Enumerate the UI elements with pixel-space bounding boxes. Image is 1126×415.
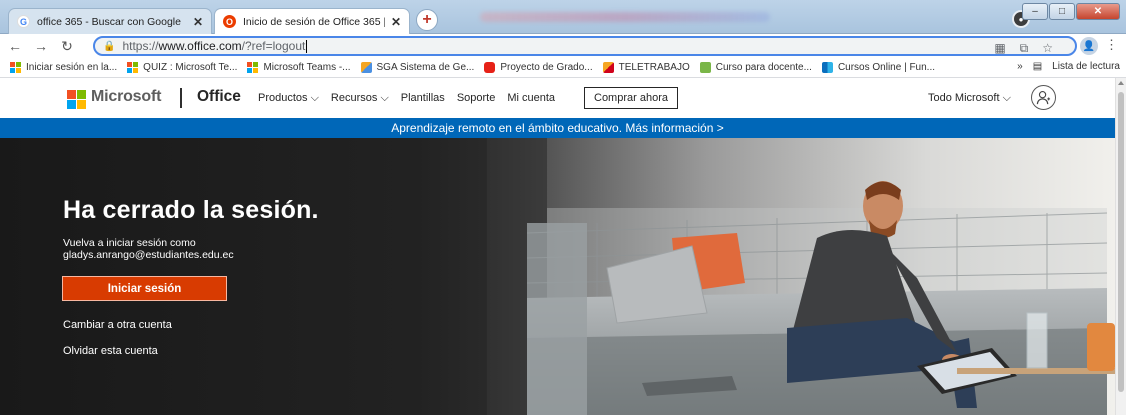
nav-productos[interactable]: Productos ⌵ [258, 92, 319, 105]
youtube-icon [484, 62, 496, 73]
scroll-thumb[interactable] [1118, 92, 1124, 392]
browser-toolbar: ← → ↻ 🔒 https://www.office.com/?ref=logo… [0, 34, 1126, 58]
nav-plantillas[interactable]: Plantillas [401, 92, 445, 105]
bookmark-label: Microsoft Teams -... [263, 62, 351, 73]
product-name[interactable]: Office [197, 88, 241, 106]
tab-office-login[interactable]: O Inicio de sesión de Office 365 | M ✕ [214, 8, 410, 34]
tab-label: Inicio de sesión de Office 365 | M [243, 15, 385, 28]
signin-prompt-line: Vuelva a iniciar sesión como [63, 237, 196, 249]
reload-icon[interactable]: ↻ [56, 38, 78, 55]
sga-icon [360, 62, 372, 73]
nav-mi-cuenta[interactable]: Mi cuenta [507, 92, 555, 105]
site-header: Microsoft Office Productos ⌵ Recursos ⌵ … [0, 78, 1115, 118]
bookmark-item[interactable]: TELETRABAJO [602, 62, 690, 73]
hero-photo [487, 138, 1115, 415]
hero-section: Ha cerrado la sesión. Vuelva a iniciar s… [0, 138, 1115, 415]
bookmark-item[interactable]: SGA Sistema de Ge... [360, 62, 475, 73]
bookmark-item[interactable]: Cursos Online | Fun... [821, 62, 936, 73]
close-icon[interactable]: ✕ [391, 15, 401, 29]
bookmark-item[interactable]: Iniciar sesión en la... [10, 62, 117, 73]
qr-code-icon[interactable]: ▦ [994, 41, 1005, 56]
brand-name[interactable]: Microsoft [91, 88, 161, 106]
bookmark-label: SGA Sistema de Ge... [376, 62, 475, 73]
scroll-up-icon[interactable] [1118, 81, 1124, 85]
nav-recursos[interactable]: Recursos ⌵ [331, 92, 389, 105]
bookmark-item[interactable]: Curso para docente... [699, 62, 812, 73]
signed-out-title: Ha cerrado la sesión. [63, 196, 319, 224]
url-host: www.office.com [158, 39, 242, 53]
office-icon: O [223, 15, 236, 28]
address-bar[interactable]: 🔒 https://www.office.com/?ref=logout ▦ ⧉… [93, 36, 1077, 56]
bookmarks-bar: Iniciar sesión en la... QUIZ : Microsoft… [0, 58, 1126, 78]
forward-arrow-icon[interactable]: → [30, 38, 52, 54]
all-microsoft-menu[interactable]: Todo Microsoft ⌵ [928, 92, 1011, 105]
window-controls: – □ ✕ [1022, 3, 1120, 20]
info-banner[interactable]: Aprendizaje remoto en el ámbito educativ… [0, 118, 1115, 138]
page-scrollbar[interactable] [1115, 78, 1126, 415]
user-email: gladys.anrango@estudiantes.edu.ec [63, 249, 234, 261]
bookmarks-right: » ▤ Lista de lectura [1017, 61, 1120, 72]
user-account-icon[interactable] [1031, 85, 1056, 110]
buy-now-button[interactable]: Comprar ahora [584, 87, 678, 109]
signin-prompt: Vuelva a iniciar sesión como gladys.anra… [63, 237, 234, 261]
header-divider [180, 88, 182, 108]
microsoft-icon [127, 62, 139, 73]
back-arrow-icon[interactable]: ← [4, 38, 26, 54]
curso-icon [699, 62, 711, 73]
fundacion-icon [821, 62, 833, 73]
google-icon: G [17, 15, 30, 28]
blurred-region [480, 12, 770, 22]
tab-label: office 365 - Buscar con Google [37, 15, 181, 28]
more-bookmarks-icon[interactable]: » [1017, 61, 1023, 72]
bookmark-label: QUIZ : Microsoft Te... [143, 62, 238, 73]
bookmark-item[interactable]: QUIZ : Microsoft Te... [127, 62, 237, 73]
reading-list-label[interactable]: Lista de lectura [1052, 61, 1120, 72]
url-scheme: https:// [122, 39, 159, 53]
bookmark-label: TELETRABAJO [618, 62, 690, 73]
bookmark-label: Iniciar sesión en la... [26, 62, 118, 73]
url-path: /?ref=logout [241, 39, 306, 53]
share-icon[interactable]: ⧉ [1020, 41, 1029, 56]
banner-text[interactable]: Aprendizaje remoto en el ámbito educativ… [391, 121, 724, 135]
new-tab-button[interactable]: + [416, 9, 438, 31]
more-menu-icon[interactable]: ⋮ [1105, 37, 1118, 53]
star-icon[interactable]: ☆ [1042, 41, 1053, 56]
text-caret [306, 39, 308, 53]
teletrabajo-icon [602, 62, 614, 73]
maximize-button[interactable]: □ [1049, 3, 1075, 20]
sign-in-button[interactable]: Iniciar sesión [62, 276, 227, 301]
profile-avatar-icon[interactable]: 👤 [1080, 37, 1098, 55]
tab-google-search[interactable]: G office 365 - Buscar con Google ✕ [8, 8, 212, 34]
switch-account-link[interactable]: Cambiar a otra cuenta [63, 319, 172, 331]
bookmark-label: Cursos Online | Fun... [837, 62, 936, 73]
microsoft-icon [10, 62, 21, 73]
close-icon[interactable]: ✕ [193, 15, 203, 29]
minimize-button[interactable]: – [1022, 3, 1048, 20]
main-nav: Productos ⌵ Recursos ⌵ Plantillas Soport… [258, 92, 555, 105]
reading-list-icon[interactable]: ▤ [1033, 61, 1042, 72]
nav-soporte[interactable]: Soporte [457, 92, 496, 105]
browser-title-bar: G office 365 - Buscar con Google ✕ O Ini… [0, 0, 1126, 34]
microsoft-logo-icon[interactable] [67, 90, 86, 109]
forget-account-link[interactable]: Olvidar esta cuenta [63, 345, 158, 357]
bookmark-label: Proyecto de Grado... [500, 62, 593, 73]
close-window-button[interactable]: ✕ [1076, 3, 1120, 20]
bookmark-item[interactable]: Microsoft Teams -... [247, 62, 351, 73]
address-bar-actions: ▦ ⧉ ☆ [994, 41, 1053, 56]
lock-icon: 🔒 [103, 40, 116, 52]
bookmark-label: Curso para docente... [715, 62, 812, 73]
microsoft-icon [247, 62, 259, 73]
bookmark-item[interactable]: Proyecto de Grado... [484, 62, 593, 73]
